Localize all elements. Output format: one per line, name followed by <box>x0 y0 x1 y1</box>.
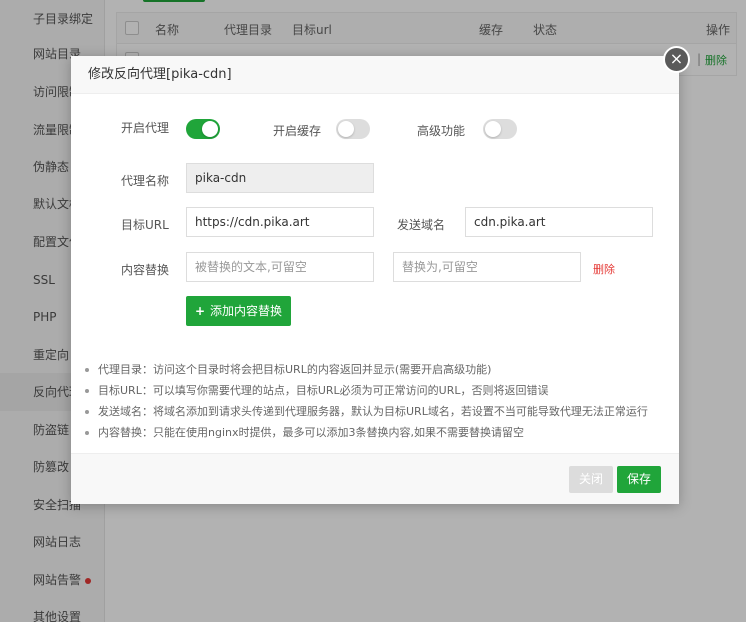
close-button[interactable]: 关闭 <box>569 466 613 493</box>
add-content-replace-label: 添加内容替换 <box>210 304 283 318</box>
replace-to-input[interactable]: 替换为,可留空 <box>393 252 581 282</box>
save-button[interactable]: 保存 <box>617 466 661 493</box>
toggle-knob <box>485 121 501 137</box>
enable-cache-toggle[interactable] <box>336 119 370 139</box>
advanced-label: 高级功能 <box>417 124 466 138</box>
help-tips: 代理目录：访问这个目录时将会把目标URL的内容返回并显示(需要开启高级功能) 目… <box>83 359 673 443</box>
send-domain-field[interactable]: cdn.pika.art <box>465 207 653 237</box>
list-item: 发送域名：将域名添加到请求头传递到代理服务器，默认为目标URL域名，若设置不当可… <box>83 401 673 422</box>
enable-proxy-label: 开启代理 <box>121 121 170 135</box>
toggle-knob <box>338 121 354 137</box>
proxy-name-label: 代理名称 <box>121 174 170 188</box>
list-item: 代理目录：访问这个目录时将会把目标URL的内容返回并显示(需要开启高级功能) <box>83 359 673 380</box>
toggle-knob <box>202 121 218 137</box>
enable-cache-label: 开启缓存 <box>273 124 322 138</box>
target-url-field[interactable]: https://cdn.pika.art <box>186 207 374 237</box>
enable-proxy-toggle[interactable] <box>186 119 220 139</box>
dialog-title: 修改反向代理[pika-cdn] <box>71 56 679 94</box>
delete-replace-link[interactable]: 删除 <box>593 261 615 277</box>
list-item: 内容替换：只能在使用nginx时提供，最多可以添加3条替换内容,如果不需要替换请… <box>83 422 673 443</box>
proxy-name-field: pika-cdn <box>186 163 374 193</box>
replace-from-input[interactable]: 被替换的文本,可留空 <box>186 252 374 282</box>
content-replace-label: 内容替换 <box>121 263 170 277</box>
dialog-footer: 关闭 保存 <box>71 453 679 504</box>
add-content-replace-button[interactable]: + 添加内容替换 <box>186 296 291 326</box>
plus-icon: + <box>194 304 206 318</box>
edit-reverse-proxy-dialog: 修改反向代理[pika-cdn] 开启代理 开启缓存 高级功能 代理名称 pik… <box>71 56 679 504</box>
target-url-label: 目标URL <box>121 218 169 232</box>
list-item: 目标URL：可以填写你需要代理的站点，目标URL必须为可正常访问的URL，否则将… <box>83 380 673 401</box>
close-icon[interactable]: × <box>663 46 690 73</box>
advanced-toggle[interactable] <box>483 119 517 139</box>
send-domain-label: 发送域名 <box>397 218 446 232</box>
